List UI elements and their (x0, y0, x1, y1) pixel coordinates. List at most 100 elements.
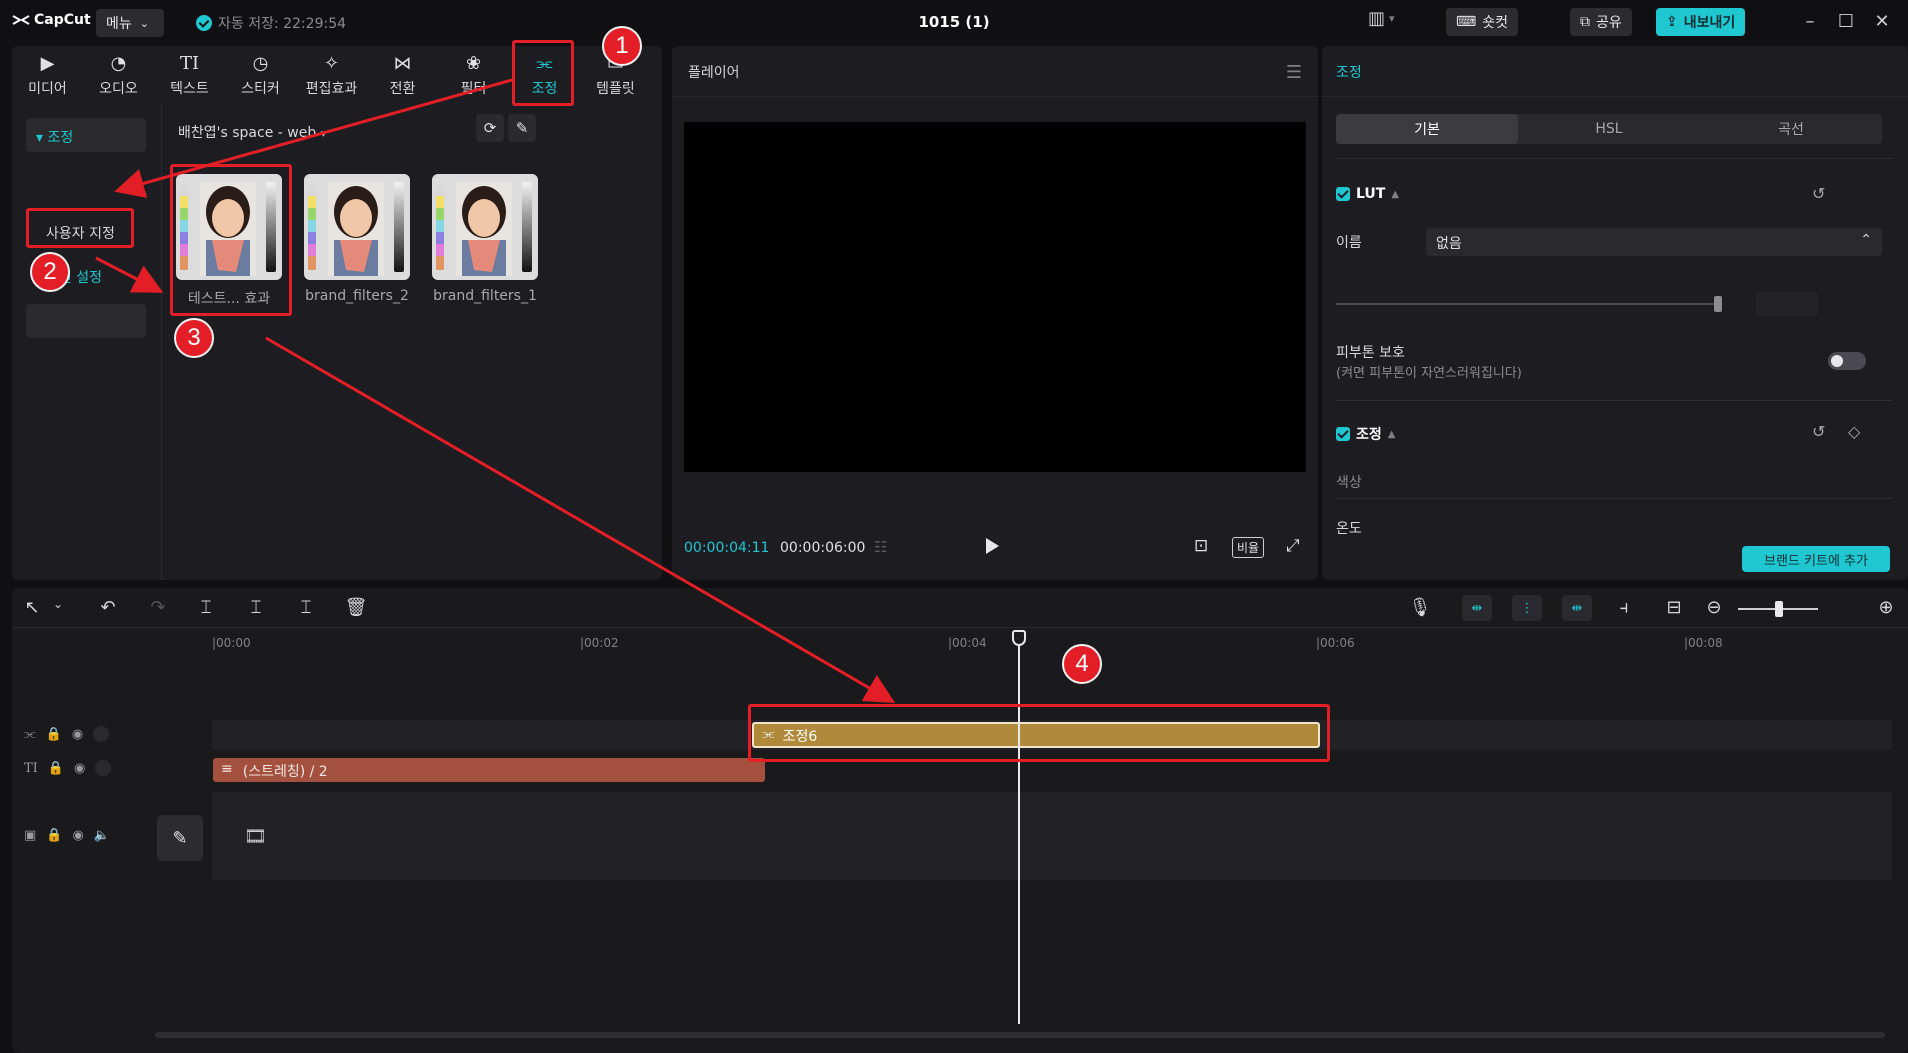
media-tabs: ▶ 미디어 ◔ 오디오 TI 텍스트 ◷ 스티커 ✧ 편집효과 ⋈ 전환 ❀ 필… (12, 46, 662, 104)
snap-icon: ⋮ (1520, 600, 1534, 616)
select-tool-icon[interactable]: ↖ (20, 597, 44, 618)
eye-icon[interactable]: ◉ (72, 828, 83, 843)
close-button[interactable]: ✕ (1870, 10, 1894, 34)
linkage-toggle[interactable]: ⇹ (1562, 595, 1592, 621)
tab-audio[interactable]: ◔ 오디오 (83, 46, 154, 104)
lut-name-select[interactable]: 없음 ⌃ (1426, 228, 1882, 256)
hamburger-icon[interactable]: ☰ (1286, 62, 1302, 83)
frame-grid-icon[interactable]: ☷ (874, 538, 887, 556)
autosave-status: 자동 저장: 22:29:54 (196, 13, 346, 33)
shortcut-button[interactable]: ⌨ 숏컷 (1446, 8, 1518, 36)
sidebar-header-adjust[interactable]: ▾ 조정 (26, 118, 146, 152)
properties-title: 조정 (1336, 65, 1362, 81)
zoom-slider-handle[interactable] (1775, 601, 1783, 617)
text-clip-icon: ≡ (221, 761, 233, 777)
horizontal-scrollbar[interactable] (155, 1032, 1885, 1038)
export-label: 내보내기 (1683, 15, 1736, 31)
skin-tone-toggle[interactable] (1828, 352, 1866, 370)
auto-snap-toggle[interactable]: ⋮ (1512, 595, 1542, 621)
ratio-button[interactable]: 비율 (1232, 537, 1265, 558)
tab-hsl[interactable]: HSL (1518, 114, 1700, 144)
temperature-label: 온도 (1336, 521, 1362, 537)
track-option[interactable] (95, 760, 112, 776)
cover-edit-button[interactable]: ✎ (157, 815, 203, 861)
edit-button[interactable]: ✎ (508, 114, 536, 142)
lock-icon[interactable]: 🔒 (48, 761, 64, 776)
redo-icon[interactable]: ↷ (146, 597, 170, 618)
preset-thumbnail[interactable] (304, 174, 410, 280)
eye-icon[interactable]: ◉ (72, 727, 83, 742)
tab-sticker[interactable]: ◷ 스티커 (225, 46, 296, 104)
checkbox-icon[interactable] (1336, 427, 1350, 441)
add-to-brand-kit-button[interactable]: 브랜드 키트에 추가 (1742, 546, 1890, 572)
lut-section-header[interactable]: LUT ▲ (1336, 186, 1399, 202)
split-right-icon[interactable]: ⌶ (294, 597, 318, 618)
video-preview[interactable] (684, 122, 1306, 472)
minimize-button[interactable]: – (1798, 10, 1822, 34)
maximize-button[interactable]: ☐ (1834, 10, 1858, 34)
adjust-clip[interactable]: ⫘ 조정6 (752, 722, 1320, 748)
girl-photo-icon (200, 182, 256, 276)
timeline-panel: ↖ ⌄ ↶ ↷ ⌶ ⌶ ⌶ 🗑 🎙 ⇹ ⋮ ⇹ ⫞ ⊟ ⊖ ⊕ |00:00 |… (12, 588, 1908, 1053)
tab-media[interactable]: ▶ 미디어 (12, 46, 83, 104)
girl-photo-icon (328, 182, 384, 276)
split-icon[interactable]: ⌶ (194, 597, 218, 618)
reset-icon[interactable]: ↺ (1812, 184, 1825, 203)
tab-curves[interactable]: 곡선 (1700, 114, 1882, 144)
tab-transition[interactable]: ⋈ 전환 (367, 46, 438, 104)
main-video-track[interactable] (212, 792, 1892, 880)
main-track-magnet-toggle[interactable]: ⇹ (1462, 595, 1492, 621)
lock-icon[interactable]: 🔒 (46, 727, 62, 742)
undo-icon[interactable]: ↶ (96, 597, 120, 618)
play-icon[interactable] (986, 538, 999, 554)
main-menu-button[interactable]: 메뉴 ⌄ (96, 9, 164, 37)
reset-icon[interactable]: ↺ (1812, 422, 1825, 441)
preset-thumbnail[interactable] (432, 174, 538, 280)
preset-thumbnail[interactable] (176, 174, 282, 280)
lock-icon[interactable]: 🔒 (46, 828, 62, 843)
lut-intensity-input[interactable] (1756, 292, 1818, 316)
zoom-to-fit-icon[interactable]: ⊟ (1662, 597, 1686, 618)
speaker-icon[interactable]: 🔈 (94, 828, 110, 843)
microphone-icon[interactable]: 🎙 (1408, 597, 1432, 618)
gray-strip (266, 182, 276, 272)
preview-axis-icon[interactable]: ⫞ (1612, 597, 1636, 618)
zoom-fit-icon[interactable]: ⊡ (1194, 536, 1208, 556)
tab-filter[interactable]: ❀ 필터 (438, 46, 509, 104)
split-left-icon[interactable]: ⌶ (244, 597, 268, 618)
pencil-icon: ✎ (172, 827, 188, 849)
tab-adjust[interactable]: ⫘ 조정 (509, 46, 580, 104)
magnet-icon: ⇹ (1471, 600, 1483, 616)
tab-text[interactable]: TI 텍스트 (154, 46, 225, 104)
pencil-icon: ✎ (515, 119, 529, 137)
chevron-down-icon[interactable]: ⌄ (46, 597, 70, 611)
zoom-in-icon[interactable]: ⊕ (1874, 597, 1898, 618)
export-button[interactable]: ⇪ 내보내기 (1656, 8, 1746, 36)
refresh-button[interactable]: ⟳ (476, 114, 504, 142)
fullscreen-icon[interactable]: ⤢ (1286, 536, 1300, 556)
step-badge: 3 (174, 318, 214, 358)
lut-intensity-slider[interactable] (1336, 303, 1720, 305)
playhead[interactable] (1018, 638, 1020, 1024)
playhead-handle[interactable] (1012, 630, 1026, 646)
title-bar: CapCut 메뉴 ⌄ 자동 저장: 22:29:54 1015 (1) ▥ ▾… (0, 0, 1908, 44)
delete-icon[interactable]: 🗑 (344, 597, 368, 618)
text-clip[interactable]: ≡ (스트레칭) / 2 (213, 758, 765, 782)
zoom-out-icon[interactable]: ⊖ (1702, 597, 1726, 618)
layout-button[interactable]: ▥ ▾ (1368, 8, 1395, 29)
checkbox-icon[interactable] (1336, 187, 1350, 201)
space-selector[interactable]: 배찬엽's space - web ▾ (178, 122, 326, 142)
refresh-icon: ⟳ (483, 119, 497, 137)
slider-handle[interactable] (1714, 296, 1722, 312)
sidebar-item-custom[interactable]: 사용자 지정 (26, 214, 146, 248)
text-track-controls: TI 🔒 ◉ (24, 760, 112, 776)
track-option[interactable] (93, 726, 110, 742)
share-button[interactable]: ⧉ 공유 (1570, 8, 1632, 36)
eye-icon[interactable]: ◉ (74, 761, 85, 776)
tab-basic[interactable]: 기본 (1336, 114, 1518, 144)
media-icon: ▶ (40, 52, 55, 74)
tab-effects[interactable]: ✧ 편집효과 (296, 46, 367, 104)
adjust-section-header[interactable]: 조정 ▲ (1336, 424, 1395, 444)
keyframe-icon[interactable]: ◇ (1848, 422, 1860, 441)
sidebar-item-placeholder[interactable] (26, 304, 146, 338)
